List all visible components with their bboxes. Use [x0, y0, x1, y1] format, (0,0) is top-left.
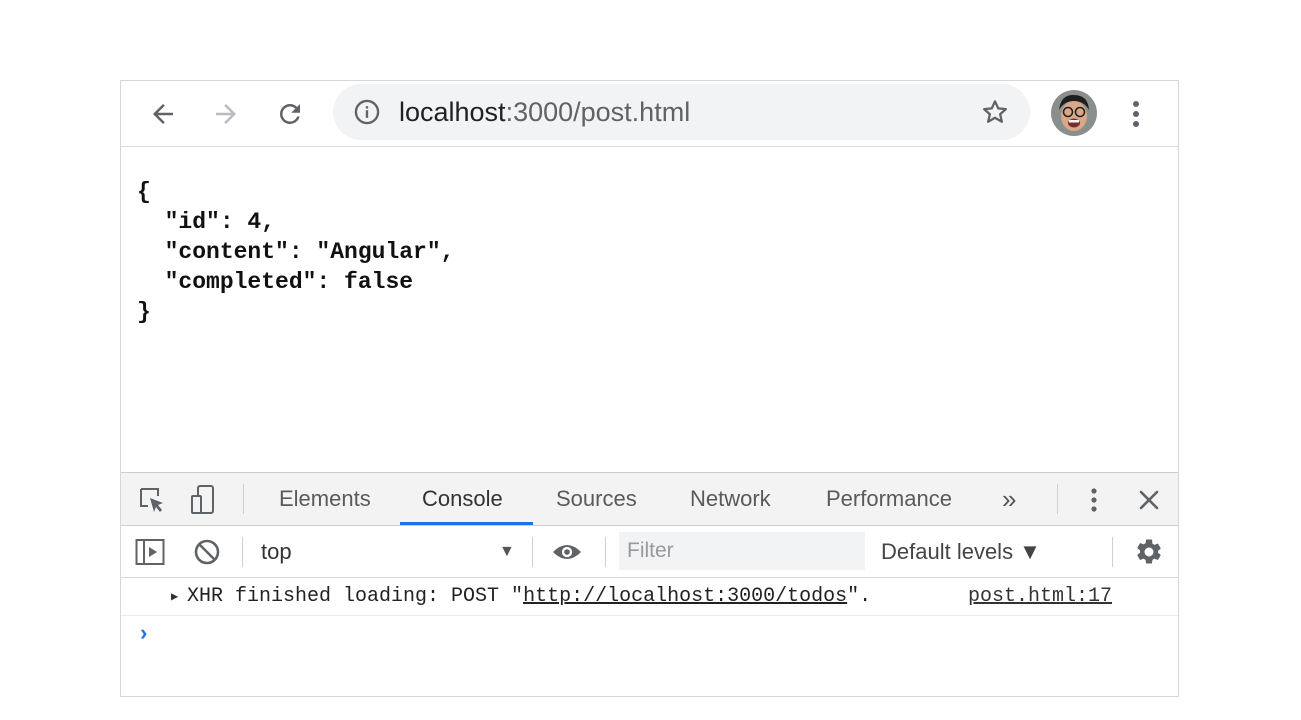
json-line: } [137, 299, 151, 325]
back-arrow-icon [153, 104, 173, 124]
tab-console[interactable]: Console [422, 473, 503, 525]
vertical-dots-icon [1133, 101, 1139, 127]
sidebar-toggle-icon [135, 539, 165, 565]
tab-performance[interactable]: Performance [826, 473, 952, 525]
json-line: "content": "Angular", [137, 239, 455, 265]
live-expression-button[interactable] [552, 537, 582, 567]
block-icon [194, 539, 220, 565]
tab-network[interactable]: Network [690, 473, 771, 525]
more-tabs-button[interactable]: » [1002, 473, 1016, 525]
device-mode-icon [191, 485, 214, 514]
source-location-link[interactable]: post.html:17 [968, 578, 1112, 616]
show-sidebar-button[interactable] [135, 537, 165, 567]
browser-menu-button[interactable] [1119, 94, 1153, 134]
info-icon[interactable] [353, 98, 381, 126]
devtools-menu-button[interactable] [1079, 485, 1109, 515]
toolbar-divider [1112, 537, 1113, 567]
toolbar-divider [605, 537, 606, 567]
url-path: :3000/post.html [505, 97, 691, 127]
close-icon [1139, 490, 1159, 510]
console-toolbar: top ▼ Default levels ▼ [121, 526, 1178, 578]
browser-window: localhost:3000/post.html {"id": 4, "con… [120, 80, 1179, 697]
star-icon [983, 100, 1007, 123]
page-content: { "id": 4, "content": "Angular", "comple… [121, 147, 1178, 472]
context-dropdown-caret[interactable]: ▼ [499, 526, 515, 578]
bookmark-button[interactable] [980, 97, 1010, 127]
tab-sources[interactable]: Sources [556, 473, 637, 525]
url-text[interactable]: localhost:3000/post.html [399, 84, 690, 140]
json-line: "completed": false [137, 269, 414, 295]
vertical-dots-icon [1091, 488, 1097, 512]
toolbar-divider [1057, 484, 1058, 514]
console-prompt[interactable]: › [137, 622, 150, 647]
reload-icon [279, 103, 300, 124]
address-bar[interactable]: localhost:3000/post.html [333, 84, 1030, 140]
eye-icon [552, 544, 582, 560]
expand-arrow-icon[interactable]: ▶ [171, 578, 178, 616]
active-tab-indicator [400, 522, 533, 525]
avatar-icon [1051, 90, 1097, 136]
devtools-panel: Elements Console Sources Network Perform… [121, 472, 1178, 696]
console-message-text: XHR finished loading: POST "http://local… [187, 578, 871, 616]
close-devtools-button[interactable] [1134, 485, 1164, 515]
clear-console-button[interactable] [192, 537, 222, 567]
devtools-tab-bar: Elements Console Sources Network Perform… [121, 472, 1178, 526]
toolbar-divider [242, 537, 243, 567]
inspect-cursor-icon [140, 488, 163, 512]
console-filter-input[interactable] [619, 532, 865, 570]
console-message: ▶ XHR finished loading: POST "http://loc… [121, 578, 1178, 616]
message-prefix: XHR finished loading: POST " [187, 585, 524, 608]
console-settings-button[interactable] [1134, 537, 1164, 567]
forward-button[interactable] [206, 94, 246, 134]
toolbar-divider [532, 537, 533, 567]
message-suffix: ". [847, 585, 872, 608]
tab-elements[interactable]: Elements [279, 473, 371, 525]
forward-arrow-icon [216, 104, 236, 124]
json-line: { [137, 179, 151, 205]
context-selector[interactable]: top [261, 526, 292, 578]
json-line: "id": 4, [137, 209, 276, 235]
device-toolbar-button[interactable] [189, 485, 219, 515]
log-levels-dropdown[interactable]: Default levels ▼ [881, 526, 1041, 578]
gear-icon [1137, 539, 1161, 564]
inspect-element-button[interactable] [137, 485, 167, 515]
toolbar-divider [243, 484, 244, 514]
profile-avatar[interactable] [1051, 90, 1097, 136]
json-response: { "id": 4, "content": "Angular", "comple… [137, 177, 454, 327]
request-url-link[interactable]: http://localhost:3000/todos [523, 585, 847, 608]
browser-toolbar: localhost:3000/post.html [121, 81, 1178, 147]
reload-button[interactable] [270, 94, 310, 134]
url-host: localhost [399, 97, 506, 127]
back-button[interactable] [143, 94, 183, 134]
